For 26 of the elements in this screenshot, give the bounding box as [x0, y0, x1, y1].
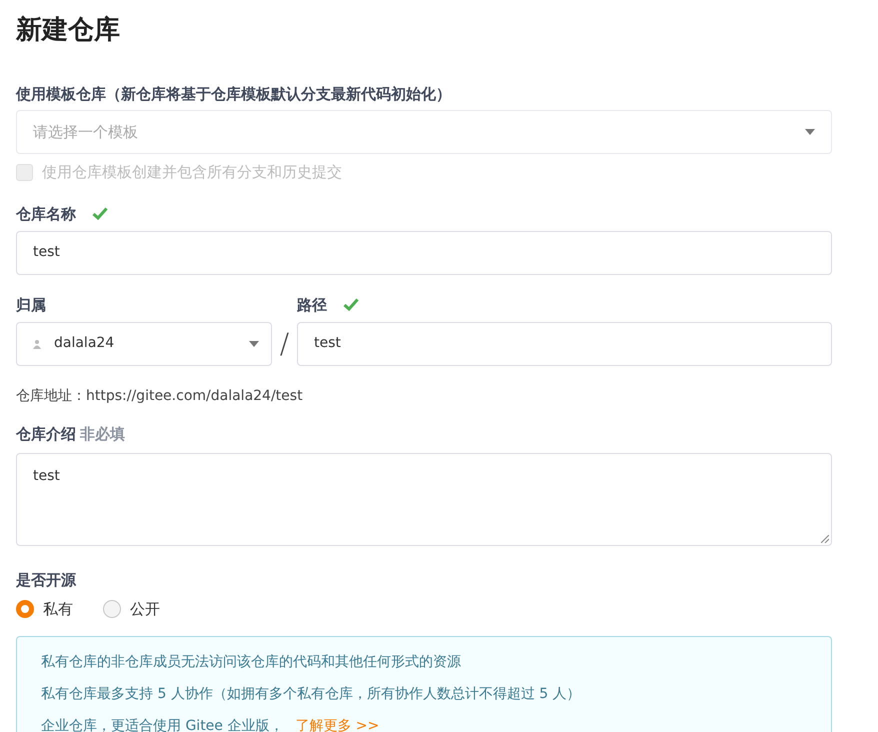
- repo-name-input[interactable]: test: [16, 230, 832, 274]
- radio-label: 私有: [43, 598, 73, 620]
- page-title: 新建仓库: [16, 14, 121, 46]
- info-text: 企业仓库，更适合使用 Gitee 企业版， 了解更多 >>: [41, 717, 380, 732]
- path-input[interactable]: test: [297, 322, 832, 366]
- radio-button[interactable]: [16, 600, 34, 618]
- field-label: 使用模板仓库（新仓库将基于仓库模板默认分支最新代码初始化）: [16, 84, 452, 104]
- field-label: 仓库介绍: [16, 424, 76, 444]
- path-separator: /: [278, 326, 290, 362]
- info-text: 私有仓库的非仓库成员无法访问该仓库的代码和其他任何形式的资源: [41, 653, 462, 672]
- optional-hint: 非必填: [80, 424, 125, 444]
- checkbox-label: 使用仓库模板创建并包含所有分支和历史提交: [42, 162, 342, 183]
- repo-address: 仓库地址：https://gitee.com/dalala24/test: [16, 386, 304, 406]
- info-text: 私有仓库最多支持 5 人协作（如拥有多个私有仓库，所有协作人数总计不得超过 5 人）: [41, 685, 582, 704]
- caret-icon: [249, 340, 259, 346]
- owner-select[interactable]: dalala24: [16, 322, 272, 366]
- caret-icon: [805, 129, 815, 135]
- field-label: 归属: [16, 294, 47, 314]
- resize-handle-icon: [821, 534, 829, 542]
- field-label: 仓库名称: [16, 204, 76, 224]
- radio-button[interactable]: [103, 600, 121, 618]
- description-textarea[interactable]: test: [16, 452, 832, 546]
- user-avatar-icon: [33, 338, 41, 348]
- field-label: 是否开源: [16, 570, 78, 590]
- field-label: 路径: [297, 294, 327, 314]
- radio-label: 公开: [130, 598, 160, 620]
